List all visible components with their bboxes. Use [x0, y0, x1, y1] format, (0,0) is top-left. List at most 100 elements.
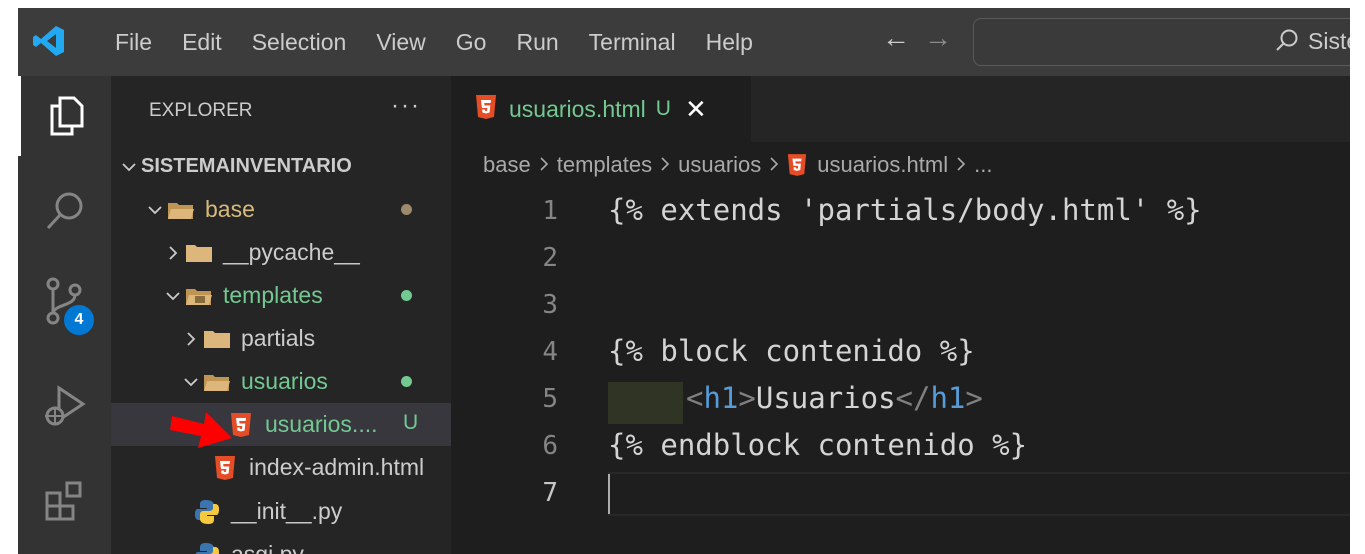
chevron-right-icon	[659, 152, 671, 178]
tree-item-base[interactable]: base	[111, 188, 451, 231]
untracked-dot-icon	[401, 290, 412, 301]
menu-selection[interactable]: Selection	[237, 29, 362, 56]
code-line-6[interactable]: {% endblock contenido %}	[608, 428, 1027, 462]
tree-root[interactable]: SISTEMAINVENTARIO	[111, 145, 451, 188]
more-actions-icon[interactable]: ···	[391, 92, 421, 120]
run-debug-icon	[44, 385, 86, 426]
indent-highlight	[608, 382, 683, 424]
breadcrumb-item[interactable]: usuarios.html	[817, 152, 948, 178]
forward-arrow-icon[interactable]: →	[924, 22, 952, 54]
explorer-sidebar: EXPLORER ··· SISTEMAINVENTARIO base __py…	[111, 76, 451, 554]
menu-help[interactable]: Help	[691, 29, 768, 56]
tree-item-label: templates	[223, 282, 323, 308]
menu-edit[interactable]: Edit	[167, 29, 237, 56]
tree-item-label: index-admin.html	[249, 454, 425, 480]
activity-extensions[interactable]	[18, 461, 111, 541]
html5-file-icon	[211, 454, 239, 482]
python-file-icon	[193, 498, 221, 526]
chevron-right-icon	[179, 317, 203, 360]
activity-explorer[interactable]	[18, 76, 111, 156]
tree-item-label: usuarios	[241, 368, 328, 394]
chevron-down-icon	[117, 145, 141, 188]
command-center-search[interactable]: Siste	[973, 18, 1350, 66]
tree-root-label: SISTEMAINVENTARIO	[141, 155, 352, 177]
folder-open-icon	[167, 196, 195, 224]
vscode-window: File Edit Selection View Go Run Terminal…	[18, 8, 1350, 554]
search-icon	[46, 192, 82, 230]
tree-item-templates[interactable]: templates	[111, 274, 451, 317]
folder-icon	[203, 325, 231, 353]
tree-item-init-py[interactable]: __init__.py	[111, 490, 451, 533]
menu-run[interactable]: Run	[501, 29, 573, 56]
chevron-down-icon	[143, 188, 167, 231]
code-line-5[interactable]: <h1>Usuarios</h1>	[686, 381, 983, 415]
templates-folder-icon	[185, 282, 213, 310]
tag-bracket: </	[895, 381, 931, 415]
activity-bar: 4	[18, 76, 111, 554]
red-arrow-annotation-icon	[170, 412, 232, 448]
back-arrow-icon[interactable]: ←	[882, 22, 910, 54]
tag-bracket: >	[965, 381, 983, 415]
line-number: 4	[542, 337, 558, 367]
activity-search[interactable]	[18, 171, 111, 251]
chevron-down-icon	[161, 274, 185, 317]
folder-open-icon	[203, 368, 231, 396]
menu-view[interactable]: View	[361, 29, 440, 56]
chevron-right-icon	[768, 152, 780, 178]
breadcrumb-item[interactable]: templates	[557, 152, 652, 178]
tree-item-label: base	[205, 196, 255, 222]
tag-name: h1	[930, 381, 966, 415]
tag-text: Usuarios	[755, 381, 896, 415]
files-icon	[50, 96, 84, 136]
breadcrumb-item[interactable]: ...	[974, 152, 992, 178]
current-line-highlight	[608, 472, 1350, 516]
menu-terminal[interactable]: Terminal	[574, 29, 691, 56]
title-bar: File Edit Selection View Go Run Terminal…	[18, 8, 1350, 76]
tree-item-partials[interactable]: partials	[111, 317, 451, 360]
chevron-right-icon	[955, 152, 967, 178]
tree-item-usuarios-html[interactable]: usuarios.... U	[111, 403, 451, 446]
menu-file[interactable]: File	[100, 29, 167, 56]
line-number: 2	[542, 243, 558, 273]
tag-name: h1	[703, 381, 739, 415]
activity-source-control[interactable]: 4	[18, 261, 111, 341]
vscode-logo-icon[interactable]	[32, 24, 66, 58]
tree-item-pycache[interactable]: __pycache__	[111, 231, 451, 274]
breadcrumb-item[interactable]: usuarios	[678, 152, 761, 178]
text-cursor	[608, 474, 610, 514]
breadcrumb-item[interactable]: base	[483, 152, 531, 178]
tab-usuarios-html[interactable]: usuarios.html U ✕	[451, 76, 751, 142]
code-line-1[interactable]: {% extends 'partials/body.html' %}	[608, 193, 1202, 227]
chevron-down-icon	[179, 360, 203, 403]
extensions-icon	[45, 481, 81, 521]
tree-item-index-admin[interactable]: index-admin.html	[111, 446, 451, 489]
tree-item-label: usuarios....	[265, 411, 378, 437]
html5-file-icon	[787, 153, 807, 177]
command-center-label: Siste	[1308, 28, 1350, 54]
tab-status: U	[655, 97, 671, 120]
chevron-right-icon	[161, 231, 185, 274]
tree-item-label: __pycache__	[223, 239, 360, 265]
tree-item-label: partials	[241, 325, 316, 351]
breadcrumb: base templates usuarios usuarios.html ..…	[483, 152, 992, 178]
tree-item-asgi-py[interactable]: asgi.py	[111, 533, 451, 554]
line-number: 1	[542, 196, 558, 226]
menu-go[interactable]: Go	[441, 29, 502, 56]
tree-item-label: asgi.py	[231, 541, 304, 554]
tab-label: usuarios.html	[509, 95, 646, 122]
menu-bar: File Edit Selection View Go Run Terminal…	[100, 8, 768, 76]
search-icon	[1276, 29, 1298, 51]
html5-file-icon	[475, 94, 497, 125]
line-number: 3	[542, 290, 558, 320]
activity-run-debug[interactable]	[18, 366, 111, 446]
code-line-4[interactable]: {% block contenido %}	[608, 334, 975, 368]
python-file-icon	[193, 541, 221, 554]
tag-bracket: <	[686, 381, 704, 415]
folder-icon	[185, 239, 213, 267]
chevron-right-icon	[538, 152, 550, 178]
line-number: 6	[542, 431, 558, 461]
close-icon[interactable]: ✕	[685, 94, 707, 125]
tree-item-label: __init__.py	[231, 498, 343, 524]
line-number: 7	[542, 478, 558, 508]
tree-item-usuarios-folder[interactable]: usuarios	[111, 360, 451, 403]
